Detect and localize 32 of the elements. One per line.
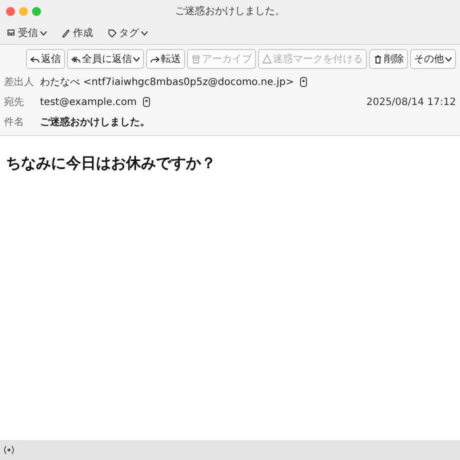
action-button[interactable]: その他	[410, 49, 456, 69]
box-icon	[191, 54, 201, 64]
toolbar-button[interactable]: 作成	[61, 26, 93, 40]
contact-icon	[142, 97, 150, 107]
date-text: 2025/08/14 17:12	[366, 96, 456, 108]
toolbar-button[interactable]: タグ	[107, 26, 148, 40]
tag-icon	[107, 28, 117, 38]
action-button[interactable]: 返信	[26, 49, 65, 69]
message-body: ちなみに今日はお休みですか？	[6, 154, 216, 172]
from-label: 差出人	[4, 76, 34, 89]
minimize-button[interactable]	[19, 6, 28, 16]
reply-all-icon	[71, 54, 81, 64]
sender-address: わたなべ <ntf7iaiwhgc8mbas0p5z@docomo.ne.jp>	[40, 76, 294, 89]
to-label: 宛先	[4, 96, 25, 109]
subject-text: ご迷惑おかけしました。	[40, 116, 150, 129]
close-button[interactable]	[6, 6, 15, 16]
forward-icon	[150, 54, 160, 64]
subject-label: 件名	[4, 116, 25, 129]
trash-icon	[373, 54, 383, 64]
reply-icon	[30, 54, 40, 64]
action-button[interactable]: 転送	[146, 49, 185, 69]
toolbar-button[interactable]: 受信	[6, 26, 47, 40]
window-title: ご迷惑おかけしました。	[175, 4, 285, 18]
signal-icon	[4, 445, 14, 455]
pencil-icon	[61, 28, 71, 38]
action-button[interactable]: 全員に返信	[67, 49, 144, 69]
contact-icon	[300, 77, 307, 87]
tray-icon	[6, 28, 16, 38]
warning-icon	[262, 54, 272, 64]
zoom-button[interactable]	[32, 6, 41, 16]
action-button[interactable]: 削除	[369, 49, 408, 69]
recipient-address: test@example.com	[40, 96, 137, 108]
